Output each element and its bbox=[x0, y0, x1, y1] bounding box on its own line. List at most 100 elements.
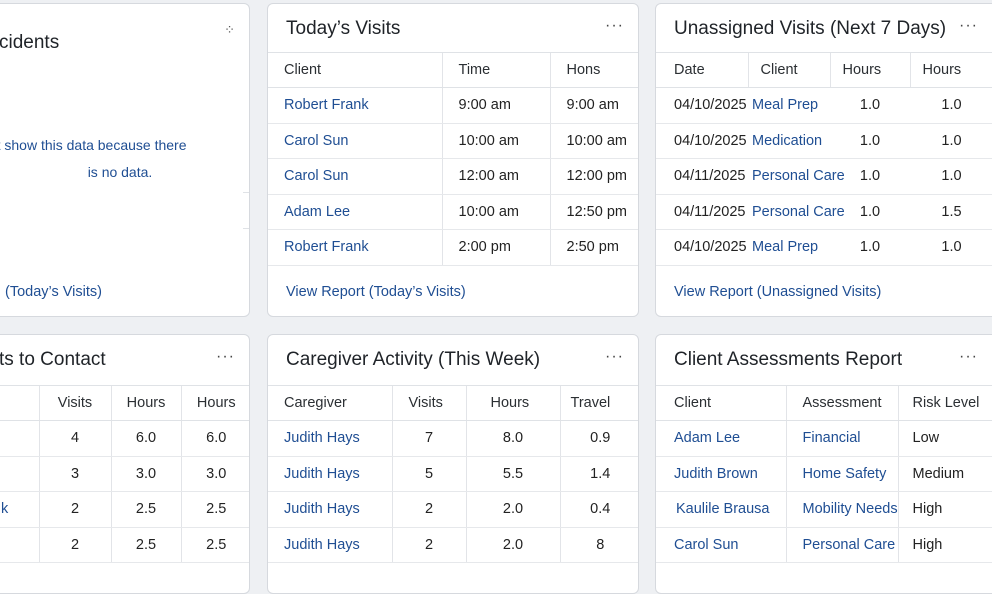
table-row: Adam Lee 10:00 am 12:50 pm bbox=[268, 194, 638, 230]
table-row: Robert Frank 9:00 am 9:00 am bbox=[268, 87, 638, 124]
no-data-message: ’t show this data because there is no da… bbox=[0, 132, 191, 186]
client-link[interactable]: Robert Frank bbox=[268, 229, 442, 266]
visits-cell: 7 bbox=[391, 420, 466, 457]
assessment-link[interactable]: Mobility Needs bbox=[785, 491, 898, 528]
column-header-visits[interactable]: Visits bbox=[391, 385, 466, 421]
column-header-hours[interactable]: Hours bbox=[180, 385, 249, 421]
column-header-hours[interactable]: Hours bbox=[110, 385, 181, 421]
hons-cell: 10:00 am bbox=[549, 123, 638, 159]
more-options-icon[interactable]: ··· bbox=[959, 18, 978, 34]
hours-cell: 3.0 bbox=[110, 456, 181, 492]
unassigned-visits-card: Unassigned Visits (Next 7 Days) ··· Date… bbox=[655, 3, 992, 317]
table-row: 4 6.0 6.0 bbox=[0, 420, 249, 457]
column-header-hours[interactable]: Hours bbox=[909, 52, 992, 88]
caregiver-link[interactable]: Judith Hays bbox=[268, 420, 392, 457]
table-row: 2 2.5 2.5 bbox=[0, 527, 249, 563]
hours-cell: 1.0 bbox=[830, 229, 910, 266]
table-row: Judith Hays 2 2.0 0.4 bbox=[268, 491, 638, 528]
column-header-hours[interactable]: Hours bbox=[465, 385, 560, 421]
client-link[interactable]: Judith Brown bbox=[656, 456, 786, 492]
column-header-hons[interactable]: Hons bbox=[549, 52, 638, 88]
service-link[interactable]: Meal Prep bbox=[748, 87, 830, 124]
hours-cell: 2.5 bbox=[110, 527, 181, 563]
client-link[interactable]: Kaulile Brausa bbox=[656, 491, 786, 528]
travel-cell: 0.9 bbox=[559, 420, 638, 457]
caregiver-link[interactable]: Judith Hays bbox=[268, 491, 392, 528]
column-header-travel[interactable]: Travel bbox=[559, 385, 638, 421]
column-header-visits[interactable]: Visits bbox=[38, 385, 111, 421]
view-report-link[interactable]: View Report (Today’s Visits) bbox=[286, 284, 466, 300]
table-row: Robert Frank 2:00 pm 2:50 pm bbox=[268, 229, 638, 266]
table-row: Carol Sun 12:00 am 12:00 pm bbox=[268, 158, 638, 195]
view-report-link[interactable]: View Report (Unassigned Visits) bbox=[674, 284, 881, 300]
caregiver-link[interactable]: Judith Hays bbox=[268, 527, 392, 563]
client-link[interactable] bbox=[0, 456, 39, 492]
clients-to-contact-table: Visits Hours Hours 4 6.0 6.0 3 3.0 3.0 k… bbox=[0, 385, 249, 563]
client-link[interactable]: Carol Sun bbox=[268, 123, 442, 159]
table-row: Carol Sun Personal Care High bbox=[656, 527, 992, 563]
hours-cell: 1.0 bbox=[910, 229, 992, 266]
client-link[interactable]: Carol Sun bbox=[268, 158, 442, 195]
hours-cell: 1.0 bbox=[910, 158, 992, 195]
hons-cell: 2:50 pm bbox=[549, 229, 638, 266]
client-link[interactable]: Adam Lee bbox=[268, 194, 442, 230]
caregiver-activity-table: Caregiver Visits Hours Travel Judith Hay… bbox=[268, 385, 638, 563]
client-link[interactable]: k bbox=[0, 491, 39, 528]
column-header-hours[interactable]: Hours bbox=[829, 52, 910, 88]
service-link[interactable]: Meal Prep bbox=[748, 229, 830, 266]
card-title: Client Assessments Report bbox=[674, 349, 903, 370]
visits-cell: 5 bbox=[391, 456, 466, 492]
incidents-card: cidents ⁘ ’t show this data because ther… bbox=[0, 3, 250, 317]
column-header-client[interactable] bbox=[0, 385, 39, 421]
hons-cell: 12:00 pm bbox=[549, 158, 638, 195]
view-report-link[interactable]: (Today’s Visits) bbox=[5, 284, 102, 300]
service-link[interactable]: Medication bbox=[748, 123, 830, 159]
service-link[interactable]: Personal Care bbox=[748, 194, 845, 230]
column-header-time[interactable]: Time bbox=[441, 52, 550, 88]
visits-cell: 2 bbox=[391, 491, 466, 528]
service-link[interactable]: Personal Care bbox=[748, 158, 845, 195]
column-header-client[interactable]: Client bbox=[656, 385, 786, 421]
client-assessments-card: Client Assessments Report ··· Client Ass… bbox=[655, 334, 992, 594]
table-header-row: Client Time Hons bbox=[268, 52, 638, 88]
time-cell: 10:00 am bbox=[441, 123, 550, 159]
client-link[interactable]: Adam Lee bbox=[656, 420, 786, 457]
date-cell: 04/10/2025 bbox=[656, 229, 748, 266]
more-options-icon[interactable]: ··· bbox=[605, 18, 624, 34]
assessment-link[interactable]: Home Safety bbox=[785, 456, 898, 492]
hons-cell: 9:00 am bbox=[549, 87, 638, 124]
column-header-assessment[interactable]: Assessment bbox=[785, 385, 898, 421]
assessment-link[interactable]: Personal Care bbox=[785, 527, 898, 563]
client-link[interactable]: Robert Frank bbox=[268, 87, 442, 124]
move-icon[interactable]: ⁘ bbox=[224, 22, 235, 38]
hours-cell: 2.5 bbox=[180, 527, 249, 563]
table-row: Kaulile Brausa Mobility Needs High bbox=[656, 491, 992, 528]
visits-cell: 2 bbox=[38, 527, 111, 563]
table-row: Judith Hays 5 5.5 1.4 bbox=[268, 456, 638, 492]
todays-visits-card: Today’s Visits ··· Client Time Hons Robe… bbox=[267, 3, 639, 317]
client-link[interactable] bbox=[0, 527, 39, 563]
visits-cell: 2 bbox=[38, 491, 111, 528]
more-options-icon[interactable]: ··· bbox=[605, 349, 624, 365]
hours-cell: 2.0 bbox=[465, 527, 560, 563]
more-options-icon[interactable]: ··· bbox=[959, 349, 978, 365]
caregiver-link[interactable]: Judith Hays bbox=[268, 456, 392, 492]
date-cell: 04/11/2025 bbox=[656, 158, 748, 195]
table-row: Judith Brown Home Safety Medium bbox=[656, 456, 992, 492]
risk-level-cell: High bbox=[897, 527, 992, 563]
table-header-row: Caregiver Visits Hours Travel bbox=[268, 385, 638, 421]
client-link[interactable]: Carol Sun bbox=[656, 527, 786, 563]
table-row: 04/10/2025 Meal Prep 1.0 1.0 bbox=[656, 87, 992, 124]
client-assessments-table: Client Assessment Risk Level Adam Lee Fi… bbox=[656, 385, 992, 563]
assessment-link[interactable]: Financial bbox=[785, 420, 898, 457]
more-options-icon[interactable]: ··· bbox=[216, 349, 235, 365]
column-header-date[interactable]: Date bbox=[656, 52, 748, 88]
table-row: Adam Lee Financial Low bbox=[656, 420, 992, 457]
column-header-client[interactable]: Client bbox=[747, 52, 830, 88]
column-header-caregiver[interactable]: Caregiver bbox=[268, 385, 392, 421]
table-row: k 2 2.5 2.5 bbox=[0, 491, 249, 528]
travel-cell: 1.4 bbox=[559, 456, 638, 492]
column-header-risk-level[interactable]: Risk Level bbox=[897, 385, 992, 421]
client-link[interactable] bbox=[0, 420, 39, 457]
column-header-client[interactable]: Client bbox=[268, 52, 442, 88]
